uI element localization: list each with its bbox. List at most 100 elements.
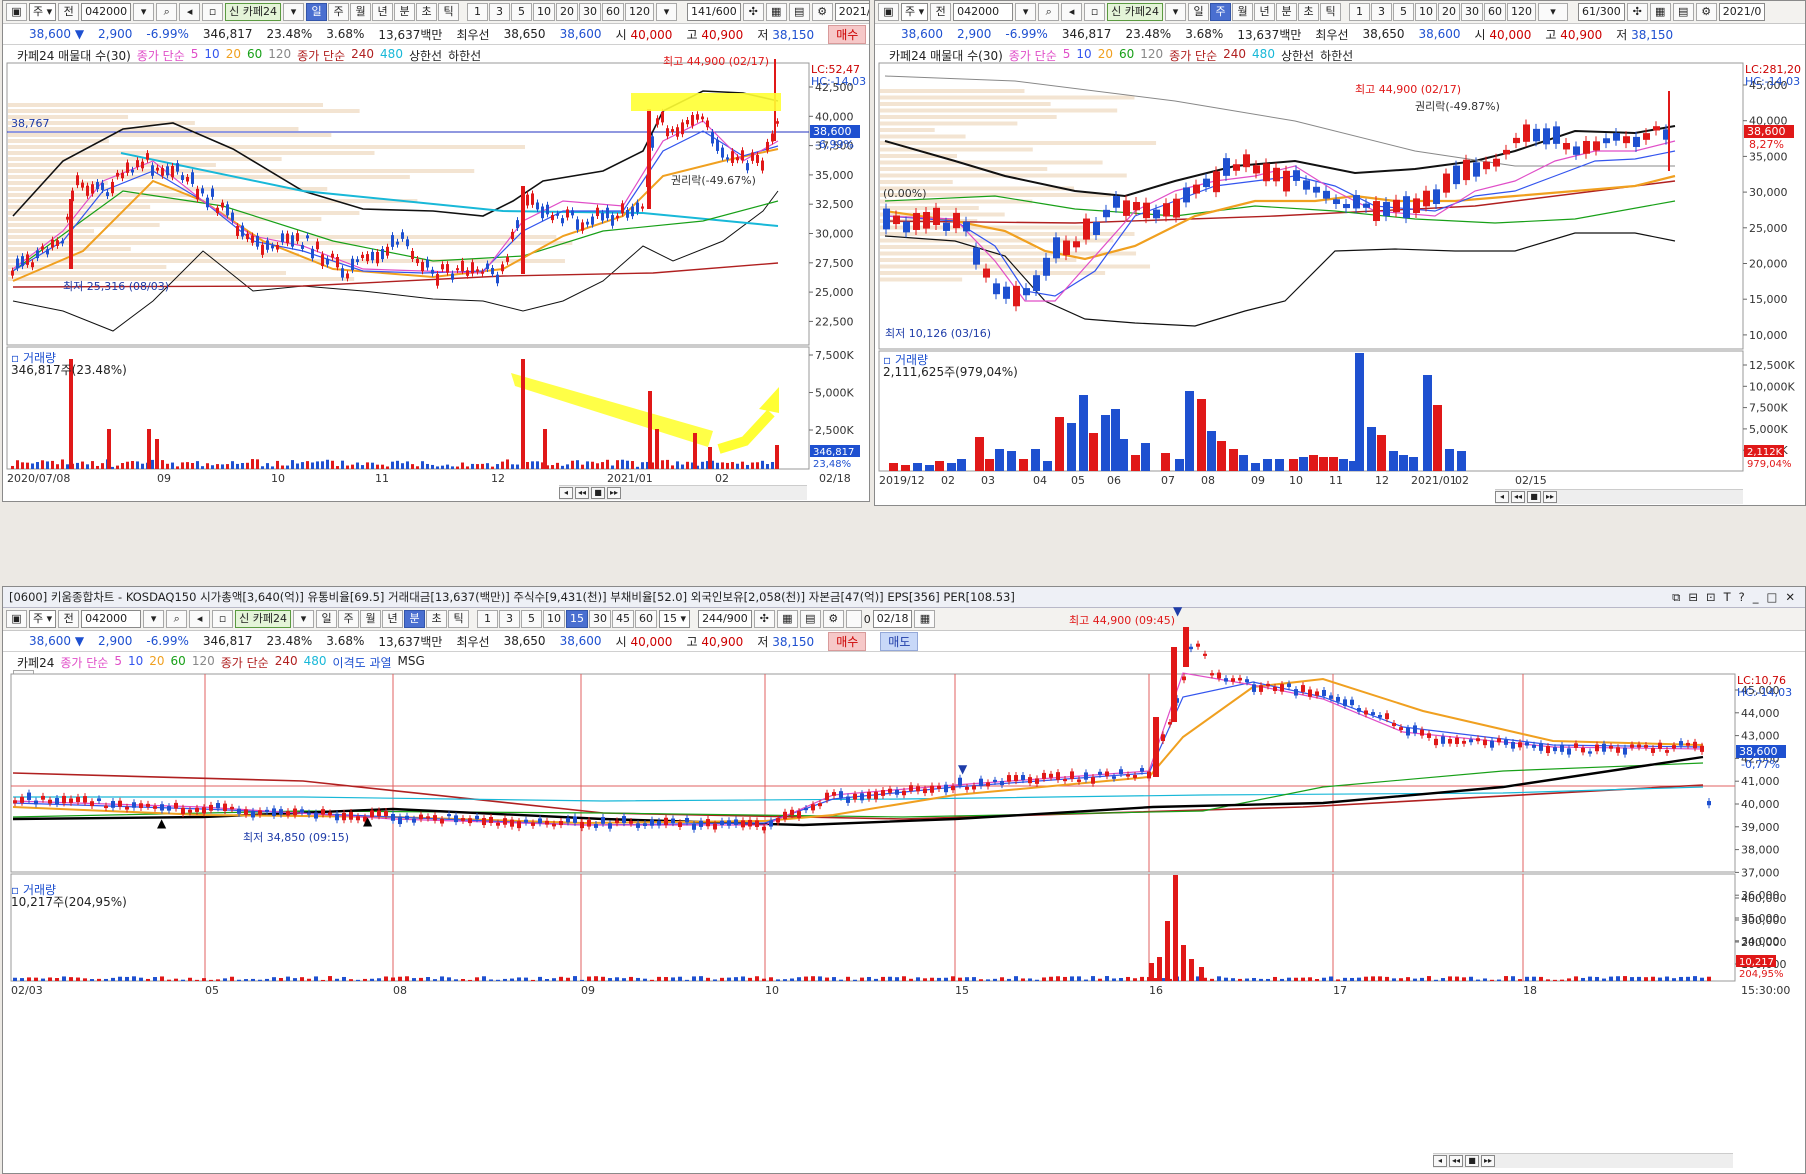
- candle-body: [727, 820, 731, 826]
- candle-body: [1679, 741, 1683, 746]
- candle-body: [1028, 777, 1032, 784]
- candle-body: [376, 251, 379, 264]
- scroll-last[interactable]: ▸▸: [607, 487, 621, 499]
- candle-body: [993, 779, 997, 782]
- candle-body: [66, 216, 69, 220]
- candle-body: [524, 819, 528, 823]
- candle-body: [993, 283, 1000, 295]
- volume-bar: [720, 977, 724, 981]
- scroll-left[interactable]: ◂: [1495, 491, 1509, 503]
- volume-bar: [1000, 977, 1004, 981]
- volume-bar: [489, 979, 493, 981]
- scroll-first[interactable]: ◂◂: [1449, 1155, 1463, 1167]
- volume-bar: [27, 977, 31, 981]
- date-axis-label: 05: [1071, 474, 1085, 487]
- scroll-stop[interactable]: ■: [591, 487, 605, 499]
- candle-body: [559, 820, 563, 826]
- volume-bar: [1630, 977, 1634, 981]
- scrollbar[interactable]: ◂ ◂◂ ■ ▸▸: [1433, 1153, 1733, 1168]
- scroll-left[interactable]: ◂: [559, 487, 573, 499]
- scroll-first[interactable]: ◂◂: [575, 487, 589, 499]
- volume-bar: [797, 977, 801, 981]
- candle-body: [447, 814, 451, 817]
- candle-body: [1392, 722, 1396, 727]
- volume-bar: [1420, 977, 1424, 981]
- candle-body: [69, 199, 73, 269]
- volume-bar: [975, 437, 984, 471]
- price-axis-label: 35,000: [1749, 150, 1788, 163]
- candle-body: [1448, 739, 1452, 744]
- scroll-stop[interactable]: ■: [1527, 491, 1541, 503]
- volume-bar: [909, 978, 913, 981]
- scroll-last[interactable]: ▸▸: [1543, 491, 1557, 503]
- volume-bar: [1181, 945, 1186, 981]
- candle-body: [1420, 729, 1424, 736]
- volume-bar: [361, 465, 364, 469]
- volume-bar: [406, 461, 409, 469]
- volume-bar: [559, 976, 563, 981]
- current-price: 38,600: [1739, 745, 1778, 758]
- candle-body: [1563, 142, 1570, 150]
- volume-axis-label: 10,000K: [1749, 380, 1795, 393]
- scroll-stop[interactable]: ■: [1465, 1155, 1479, 1167]
- candle-body: [1707, 801, 1711, 806]
- volume-bar: [196, 461, 199, 469]
- volume-bar: [1433, 405, 1442, 471]
- candle-body: [893, 215, 900, 225]
- volume-bar: [1385, 976, 1389, 981]
- volume-bar: [258, 979, 262, 981]
- candle-body: [1098, 771, 1102, 775]
- candle-body: [1103, 209, 1110, 218]
- volume-bar: [1399, 455, 1408, 471]
- volume-bar: [1079, 395, 1088, 471]
- candle-body: [656, 118, 659, 125]
- volume-profile-bar: [8, 271, 287, 275]
- volume-bar: [517, 977, 521, 981]
- volume-axis-label: 200,000: [1741, 936, 1787, 949]
- date-axis-label: 2019/12: [879, 474, 925, 487]
- candle-body: [76, 175, 79, 186]
- scrollbar[interactable]: ◂ ◂◂ ■ ▸▸: [559, 485, 807, 500]
- candle-body: [31, 262, 34, 268]
- volume-bar: [1455, 976, 1459, 981]
- candle-body: [1343, 699, 1347, 706]
- volume-bar: [818, 976, 822, 981]
- volume-bar: [1231, 978, 1235, 981]
- volume-value: 346,817주(23.48%): [11, 363, 127, 377]
- candle-body: [965, 786, 969, 790]
- candle-body: [326, 258, 329, 265]
- candle-body: [606, 207, 609, 219]
- scroll-left[interactable]: ◂: [1433, 1155, 1447, 1167]
- low-annotation: 최저 25,316 (08/03): [63, 280, 169, 293]
- candle-body: [1238, 677, 1242, 681]
- volume-bar: [236, 463, 239, 469]
- candle-body: [216, 207, 219, 214]
- scroll-first[interactable]: ◂◂: [1511, 491, 1525, 503]
- volume-bar: [1119, 439, 1128, 471]
- volume-bar: [734, 977, 738, 981]
- volume-bar: [1504, 976, 1508, 981]
- candle-body: [146, 153, 149, 160]
- candle-body: [167, 806, 171, 811]
- candle-body: [1504, 739, 1508, 745]
- candle-body: [832, 792, 836, 796]
- candle-body: [201, 188, 204, 194]
- candle-body: [62, 795, 66, 804]
- candle-body: [1623, 136, 1630, 144]
- volume-bar: [629, 976, 633, 981]
- price-axis-label: 10,000: [1749, 329, 1788, 342]
- candle-body: [1623, 747, 1627, 755]
- volume-bar: [551, 465, 554, 469]
- volume-bar: [1063, 976, 1067, 981]
- volume-bar: [776, 979, 780, 981]
- scrollbar[interactable]: ◂ ◂◂ ■ ▸▸: [1495, 489, 1743, 504]
- scroll-last[interactable]: ▸▸: [1481, 1155, 1495, 1167]
- volume-bar: [396, 460, 399, 469]
- candle-body: [1042, 772, 1046, 779]
- candle-body: [771, 133, 774, 142]
- volume-bar: [1457, 451, 1466, 471]
- volume-profile-bar: [880, 245, 1036, 249]
- volume-bar: [1161, 453, 1170, 471]
- candle-body: [647, 109, 651, 209]
- candle-body: [36, 250, 39, 259]
